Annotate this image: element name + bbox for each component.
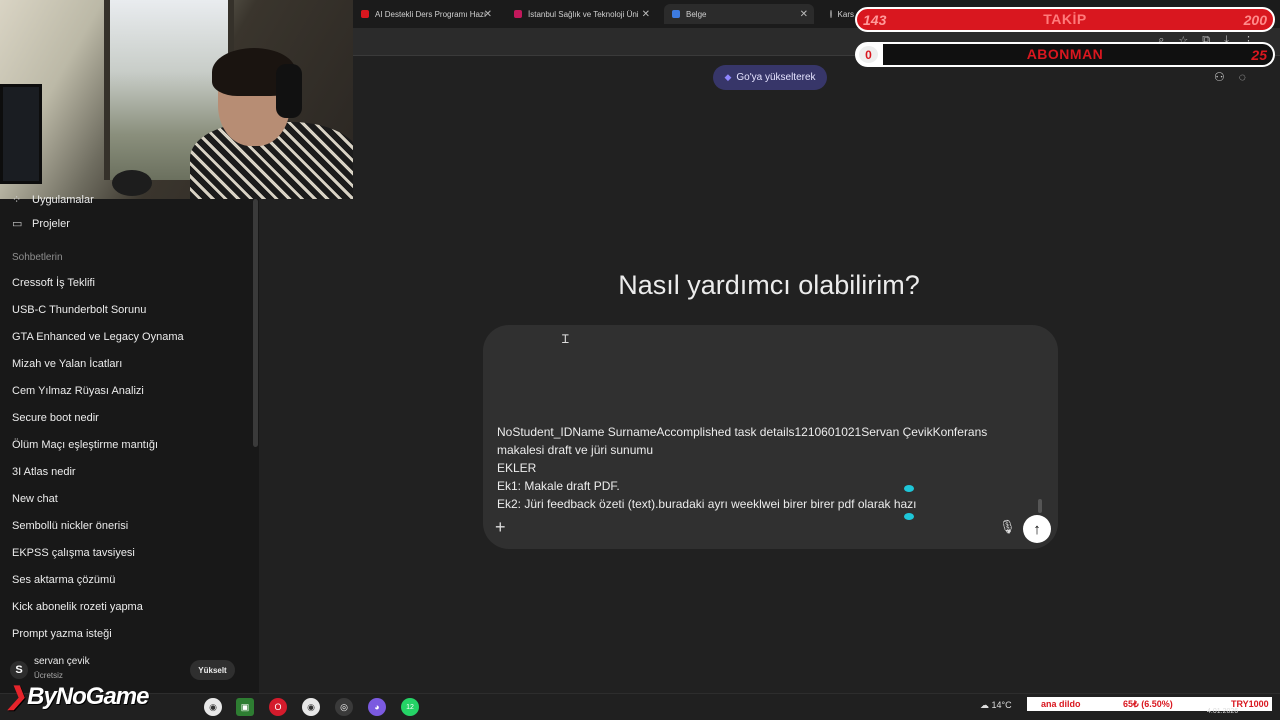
sidebar-item-apps[interactable]: ⁘ Uygulamalar <box>12 193 94 206</box>
chat-item[interactable]: Cem Yılmaz Rüyası Analizi <box>12 385 144 397</box>
store-icon[interactable]: ▣ <box>236 698 254 716</box>
webcam-headset <box>276 64 302 118</box>
bynogame-logo: ❯ByNoGame <box>6 683 149 710</box>
add-user-icon[interactable]: ⚇ <box>1214 70 1225 84</box>
sidebar-scrollbar[interactable] <box>253 199 258 447</box>
discord-icon[interactable]: ◕ <box>368 698 386 716</box>
webcam-speaker <box>112 170 152 196</box>
chrome-profile-icon[interactable]: ◉ <box>302 698 320 716</box>
subs-label: ABONMAN <box>1026 46 1104 62</box>
user-plan: Ücretsiz <box>34 671 63 680</box>
close-tab-icon[interactable]: ✕ <box>484 9 492 20</box>
folder-icon: ▭ <box>12 218 23 230</box>
chat-item[interactable]: New chat <box>12 493 58 505</box>
chat-item[interactable]: GTA Enhanced ve Legacy Oynama <box>12 331 184 343</box>
chat-item[interactable]: Kick abonelik rozeti yapma <box>12 601 143 613</box>
chat-item[interactable]: Ses aktarma çözümü <box>12 574 115 586</box>
message-composer[interactable]: NoStudent_IDName SurnameAccomplished tas… <box>483 325 1058 549</box>
tab-favicon-icon <box>672 10 680 18</box>
page-title: Nasıl yardımcı olabilirim? <box>618 270 920 300</box>
close-tab-icon[interactable]: ✕ <box>800 9 808 20</box>
sparkle-icon: ◆ <box>724 72 732 82</box>
webcam-monitor <box>0 84 42 184</box>
chat-item[interactable]: Sembollü nickler önerisi <box>12 520 128 532</box>
tab-favicon-icon <box>514 10 522 18</box>
microphone-icon[interactable]: 🎙 <box>999 519 1016 535</box>
close-tab-icon[interactable]: ✕ <box>642 9 650 20</box>
chrome-icon[interactable]: ◉ <box>204 698 222 716</box>
tab-belge[interactable]: Belge ✕ <box>664 4 814 24</box>
top-right-actions: ⚇ ◌ <box>1214 70 1246 84</box>
grid-icon: ⁘ <box>12 194 22 206</box>
chat-item[interactable]: USB-C Thunderbolt Sorunu <box>12 304 146 316</box>
selection-handle-bottom-icon[interactable] <box>904 513 914 520</box>
tab-ai-ders-programi[interactable]: AI Destekli Ders Programı Hazı ✕ <box>353 4 498 24</box>
add-attachment-button[interactable]: + <box>495 517 506 538</box>
chat-item[interactable]: EKPSS çalışma tavsiyesi <box>12 547 135 559</box>
follow-goal: 200 <box>1243 12 1267 28</box>
follow-goal-bar: 143 TAKİP 200 <box>855 7 1275 32</box>
chat-item[interactable]: Mizah ve Yalan İcatları <box>12 358 122 370</box>
composer-input[interactable]: NoStudent_IDName SurnameAccomplished tas… <box>497 423 1037 513</box>
chat-item[interactable]: Secure boot nedir <box>12 412 99 424</box>
avatar: S <box>10 661 28 679</box>
follow-label: TAKİP <box>1043 11 1087 27</box>
user-name: servan çevik <box>34 656 90 667</box>
weather-widget[interactable]: ☁ 14°C <box>980 700 1012 711</box>
webcam-overlay <box>0 0 353 199</box>
subs-goal: 25 <box>1251 47 1267 63</box>
text-cursor-icon: Ɪ <box>562 332 569 346</box>
chat-item[interactable]: Prompt yazma isteği <box>12 628 112 640</box>
whatsapp-icon[interactable]: 12 <box>401 698 419 716</box>
tab-favicon-icon <box>830 10 832 18</box>
chat-item[interactable]: 3I Atlas nedir <box>12 466 76 478</box>
chats-section-label: Sohbetlerin <box>12 252 63 263</box>
upgrade-go-pill[interactable]: ◆ Go'ya yükselterek <box>713 65 827 90</box>
tab-favicon-icon <box>361 10 369 18</box>
steam-icon[interactable]: ◎ <box>335 698 353 716</box>
tab-istanbul-saglik[interactable]: İstanbul Sağlık ve Teknoloji Üni ✕ <box>506 4 656 24</box>
flame-icon: ❯ <box>6 683 26 710</box>
opera-icon[interactable]: O <box>269 698 287 716</box>
temporary-chat-icon[interactable]: ◌ <box>1239 70 1246 84</box>
upgrade-button[interactable]: Yükselt <box>190 660 235 680</box>
chat-item[interactable]: Ölüm Maçı eşleştirme mantığı <box>12 439 158 451</box>
subscriber-goal-bar: 0 ABONMAN 25 <box>855 42 1275 67</box>
selection-handle-top-icon[interactable] <box>904 485 914 492</box>
sidebar-item-projects[interactable]: ▭ Projeler <box>12 217 70 230</box>
send-button[interactable]: ↑ <box>1023 515 1051 543</box>
composer-scrollbar[interactable] <box>1038 499 1042 513</box>
taskbar-date[interactable]: 4.01.2026 <box>1207 708 1238 715</box>
